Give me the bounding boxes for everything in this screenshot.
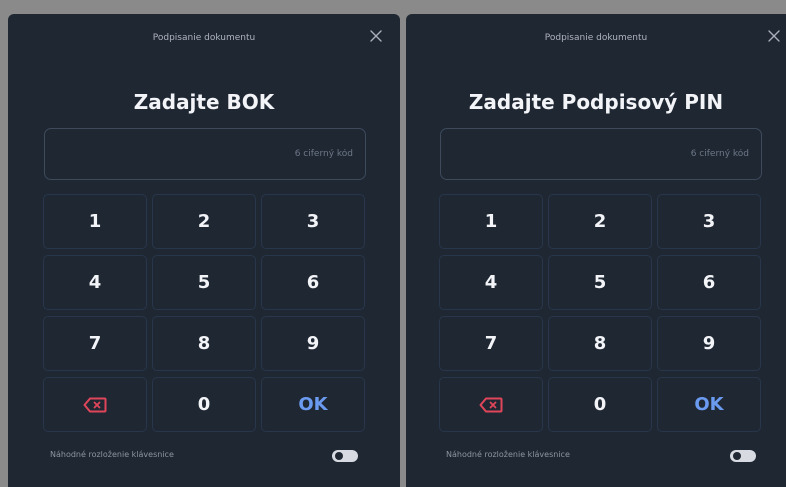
dialog-heading: Zadajte BOK <box>133 90 275 114</box>
key-4[interactable]: 4 <box>439 255 543 310</box>
code-input[interactable] <box>440 128 762 180</box>
key-7[interactable]: 7 <box>439 316 543 371</box>
key-3[interactable]: 3 <box>261 194 365 249</box>
key-8[interactable]: 8 <box>548 316 652 371</box>
code-input[interactable] <box>44 128 366 180</box>
random-layout-toggle[interactable] <box>730 450 756 462</box>
key-5[interactable]: 5 <box>548 255 652 310</box>
toggle-knob <box>335 452 343 460</box>
sign-dialog-bok: Podpisanie dokumentu Zadajte BOK 1 2 3 4… <box>8 14 400 487</box>
key-6[interactable]: 6 <box>657 255 761 310</box>
key-1[interactable]: 1 <box>439 194 543 249</box>
random-layout-label: Náhodné rozloženie klávesnice <box>446 450 570 459</box>
backspace-icon <box>83 397 107 413</box>
key-0[interactable]: 0 <box>548 377 652 432</box>
key-9[interactable]: 9 <box>261 316 365 371</box>
random-layout-label: Náhodné rozloženie klávesnice <box>50 450 174 459</box>
key-3[interactable]: 3 <box>657 194 761 249</box>
key-2[interactable]: 2 <box>152 194 256 249</box>
backspace-button[interactable] <box>439 377 543 432</box>
key-0[interactable]: 0 <box>152 377 256 432</box>
key-4[interactable]: 4 <box>43 255 147 310</box>
key-8[interactable]: 8 <box>152 316 256 371</box>
dialog-header-title: Podpisanie dokumentu <box>544 33 648 43</box>
backspace-icon <box>479 397 503 413</box>
key-5[interactable]: 5 <box>152 255 256 310</box>
key-1[interactable]: 1 <box>43 194 147 249</box>
key-6[interactable]: 6 <box>261 255 365 310</box>
dialog-heading: Zadajte Podpisový PIN <box>468 90 724 114</box>
key-2[interactable]: 2 <box>548 194 652 249</box>
keypad: 1 2 3 4 5 6 7 8 9 0 OK <box>43 194 365 432</box>
screen: Podpisanie dokumentu Zadajte BOK 1 2 3 4… <box>0 0 786 487</box>
dialog-header-title: Podpisanie dokumentu <box>152 33 256 43</box>
random-layout-toggle[interactable] <box>332 450 358 462</box>
sign-dialog-pin: Podpisanie dokumentu Zadajte Podpisový P… <box>406 14 786 487</box>
backspace-button[interactable] <box>43 377 147 432</box>
toggle-knob <box>733 452 741 460</box>
ok-button[interactable]: OK <box>261 377 365 432</box>
key-9[interactable]: 9 <box>657 316 761 371</box>
ok-button[interactable]: OK <box>657 377 761 432</box>
close-icon[interactable] <box>766 28 782 44</box>
key-7[interactable]: 7 <box>43 316 147 371</box>
close-icon[interactable] <box>368 28 384 44</box>
keypad: 1 2 3 4 5 6 7 8 9 0 OK <box>439 194 761 432</box>
